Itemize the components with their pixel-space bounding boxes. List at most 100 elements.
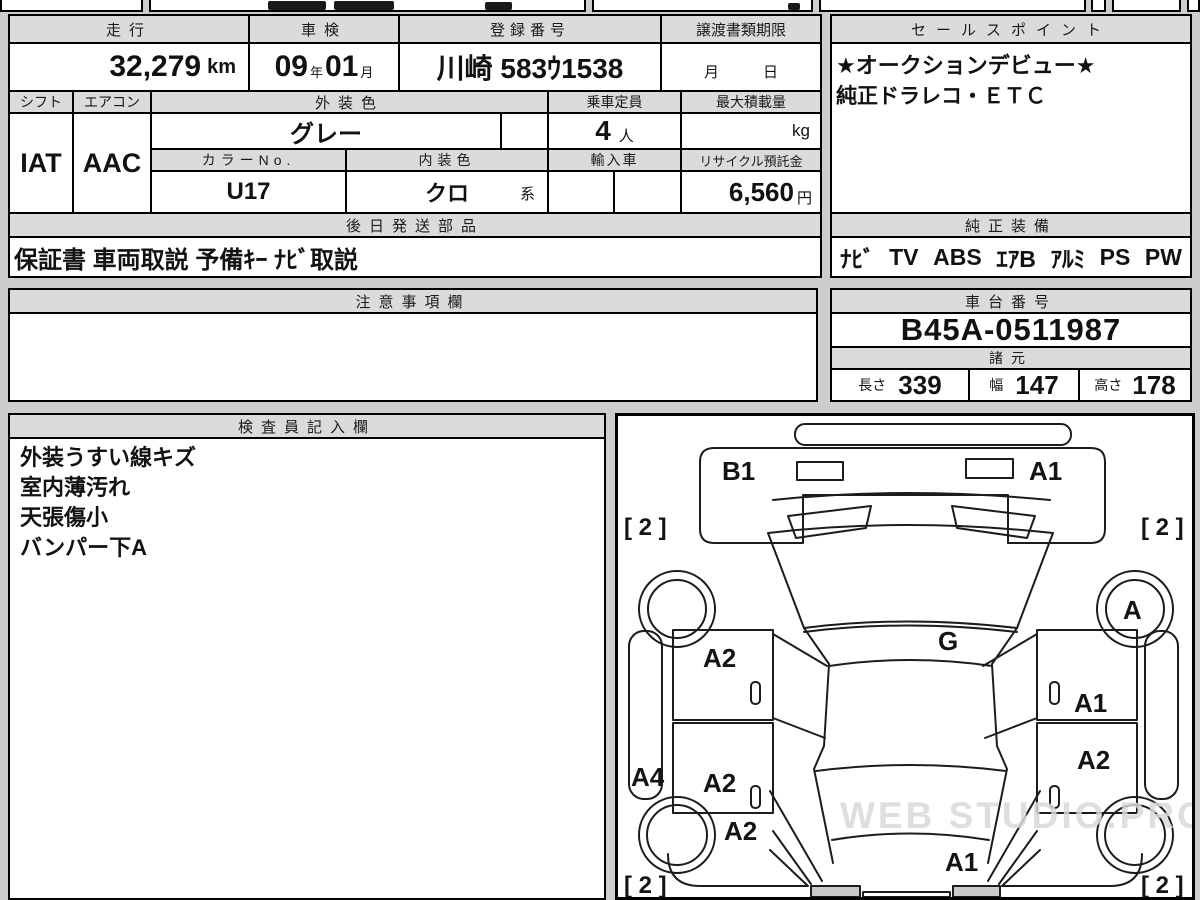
- interior-color-suffix: 系: [519, 186, 535, 203]
- inspector-line: バンパー下A: [20, 535, 147, 560]
- roof-bar: [794, 423, 1072, 446]
- sales-point-body: ★オークションデビュー★ 純正ドラレコ・ＥＴＣ: [830, 42, 1192, 214]
- sales-point-header: セールスポイント: [830, 14, 1192, 44]
- body-side-left: [803, 627, 834, 864]
- specs-header: 諸元: [830, 346, 1192, 370]
- scan-artifact: [592, 0, 813, 12]
- inspection-year: 09: [274, 50, 308, 83]
- inspection-month-unit: 月: [360, 64, 374, 80]
- scan-artifact: [1091, 0, 1106, 12]
- interior-color-header: 内装色: [345, 148, 549, 172]
- transfer-docs-header: 譲渡書類期限: [660, 14, 822, 44]
- scan-artifact: [1112, 0, 1181, 12]
- scan-artifact: [1187, 0, 1200, 12]
- max-load-value: kg: [680, 112, 822, 150]
- wiper-left: [787, 505, 872, 539]
- recycle-fee-unit: 円: [796, 189, 812, 207]
- later-parts-value: 保証書 車両取説 予備ｷｰ ﾅﾋﾞ取説: [8, 236, 822, 278]
- spec-length-value: 339: [898, 369, 942, 400]
- corner-label-top-right: [ 2 ]: [1141, 514, 1184, 541]
- spec-length-label: 長さ: [858, 377, 887, 393]
- rear-window-arc: [815, 764, 1007, 772]
- fold-line: [984, 717, 1038, 739]
- recycle-fee-value: 6,560 円: [680, 170, 822, 214]
- spec-height: 高さ 178: [1078, 368, 1192, 402]
- transfer-month-char: 月: [703, 64, 719, 81]
- equipment-row: ﾅﾋﾞ TV ABS ｴｱB ｱﾙﾐ PS PW: [830, 236, 1192, 278]
- notes-header: 注意事項欄: [8, 288, 818, 314]
- damage-label-right-rear-door: A2: [1077, 745, 1110, 775]
- wiper-right: [951, 505, 1036, 539]
- sill-right: [1144, 630, 1179, 800]
- equipment-header: 純正装備: [830, 212, 1192, 238]
- corner-label-bottom-left: [ 2 ]: [624, 872, 667, 897]
- door-handle: [750, 785, 761, 809]
- rear-lamp-area: [810, 885, 861, 898]
- equipment-item: ABS: [933, 243, 982, 270]
- capacity-number: 4: [595, 115, 611, 146]
- watermark: WEB STUDIO.PRO: [840, 795, 1192, 836]
- recycle-fee-header: リサイクル預託金: [680, 148, 822, 172]
- registration-value: 川崎 583ｳ1538: [398, 42, 662, 92]
- spec-width-value: 147: [1015, 369, 1059, 400]
- mileage-unit: km: [207, 55, 236, 78]
- color-no-header: カラーNo.: [150, 148, 347, 172]
- spec-height-value: 178: [1132, 369, 1176, 400]
- chassis-header: 車台番号: [830, 288, 1192, 314]
- aircon-value: AAC: [72, 112, 152, 214]
- scan-artifact: [485, 2, 512, 10]
- inspector-header: 検査員記入欄: [8, 413, 606, 439]
- later-parts-header: 後日発送部品: [8, 212, 822, 238]
- rear-bumper-left: [667, 849, 809, 887]
- corner-label-top-left: [ 2 ]: [624, 514, 667, 541]
- inspector-body: 外装うすい線キズ 室内薄汚れ 天張傷小 バンパー下A: [8, 437, 606, 900]
- capacity-value: 4 人: [547, 112, 682, 150]
- scan-artifact: [819, 0, 1086, 12]
- rear-garnish: [862, 891, 951, 898]
- recycle-fee-number: 6,560: [728, 176, 794, 207]
- car-diagram-svg: WEB STUDIO.PRO B1 A1 [ 2 ] [ 2 ] [ 2 ] […: [624, 423, 1200, 899]
- sales-point-line1: ★オークションデビュー★: [836, 53, 1096, 78]
- windshield: [767, 524, 1054, 629]
- rear-lamp-area: [952, 885, 1001, 898]
- damage-label-left-sill: A4: [631, 762, 665, 792]
- registration-header: 登録番号: [398, 14, 662, 44]
- damage-label-left-quarter: A2: [724, 816, 757, 846]
- aircon-header: エアコン: [72, 90, 152, 114]
- damage-label-right-front-door: A1: [1074, 688, 1107, 718]
- spec-height-label: 高さ: [1094, 377, 1123, 393]
- damage-label-rear-gate: A1: [945, 847, 978, 877]
- shift-value: IAT: [8, 112, 74, 214]
- transfer-day-char: 日: [763, 64, 779, 81]
- license-plate-area: [965, 458, 1014, 479]
- inspection-month: 01: [325, 50, 359, 83]
- equipment-item: TV: [889, 243, 919, 270]
- spec-width-label: 幅: [989, 377, 1004, 393]
- rear-bumper-right: [1001, 849, 1143, 887]
- door-handle: [1049, 681, 1060, 705]
- damage-label-hood: G: [938, 626, 958, 656]
- shift-header: シフト: [8, 90, 74, 114]
- fold-line: [772, 717, 826, 739]
- inspection-year-unit: 年: [309, 64, 323, 80]
- exterior-color-value: グレー: [150, 112, 502, 150]
- roof-front-arc: [828, 659, 993, 667]
- sales-point-line2: 純正ドラレコ・ＥＴＣ: [836, 85, 1046, 108]
- equipment-item: ｴｱB: [996, 246, 1036, 272]
- damage-label-front-right: A1: [1029, 456, 1062, 486]
- exterior-color-header: 外装色: [150, 90, 549, 114]
- equipment-item: ﾅﾋﾞ: [840, 246, 875, 272]
- mileage-value: 32,279 km: [8, 42, 250, 92]
- inspector-line: 外装うすい線キズ: [20, 445, 197, 470]
- notes-body: [8, 312, 818, 402]
- damage-label-wheel-right: A: [1123, 595, 1142, 625]
- import-cell-a: [547, 170, 615, 214]
- mileage-header: 走行: [8, 14, 250, 44]
- interior-color-text: クロ: [424, 181, 469, 206]
- inspector-line: 天張傷小: [20, 505, 109, 530]
- mileage-number: 32,279: [109, 50, 202, 83]
- interior-color-value: クロ 系: [345, 170, 549, 214]
- equipment-item: ｱﾙﾐ: [1050, 246, 1086, 272]
- inspection-header: 車検: [248, 14, 400, 44]
- damage-label-front-left: B1: [722, 456, 755, 486]
